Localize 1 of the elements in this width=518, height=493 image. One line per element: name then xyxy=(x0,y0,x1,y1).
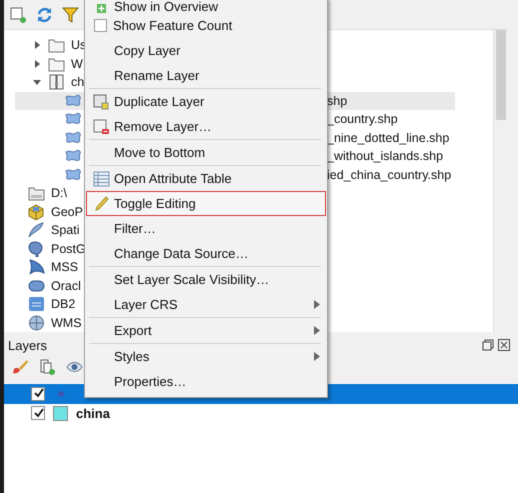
panel-title: Layers xyxy=(8,338,48,352)
